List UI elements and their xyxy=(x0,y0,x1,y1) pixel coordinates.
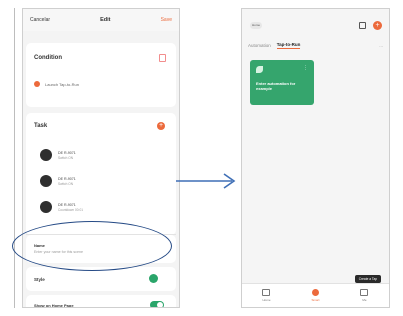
add-task-icon[interactable]: + xyxy=(157,122,165,130)
device-name: DE R-9071 xyxy=(58,176,76,181)
leaf-icon xyxy=(256,66,263,73)
scene-list-screen: Home + Automation Tap-to-Run ... ⋮ Enter… xyxy=(241,8,390,308)
device-icon xyxy=(40,175,52,187)
task-card: Task + DE R-9071 Switch ON DE R-9071 Swi… xyxy=(26,113,176,235)
nav-label: Me xyxy=(362,298,367,302)
scene-name: Enter automation for example xyxy=(256,81,296,91)
toast-message: Create a Tap xyxy=(354,275,381,283)
show-home-label: Show on Home Page xyxy=(34,303,74,308)
tab-automation[interactable]: Automation xyxy=(248,43,271,48)
smart-icon xyxy=(311,289,319,296)
device-name: DE R-9071 xyxy=(58,150,76,155)
save-button[interactable]: Save xyxy=(161,17,172,23)
style-label: Style xyxy=(34,277,45,282)
condition-row[interactable]: Launch Tap-to-Run xyxy=(34,81,79,87)
more-icon[interactable]: ... xyxy=(379,43,383,48)
nav-me[interactable]: Me xyxy=(360,289,369,302)
nav-smart[interactable]: Smart xyxy=(311,289,320,302)
bottom-nav: Home Smart Me xyxy=(242,283,389,307)
device-icon xyxy=(40,149,52,161)
show-home-toggle[interactable] xyxy=(150,301,164,307)
device-action: Countdown 00:01 xyxy=(58,207,83,212)
device-icon xyxy=(40,201,52,213)
divider-line xyxy=(14,8,15,308)
task-row[interactable]: DE R-9071 Countdown 00:01 xyxy=(40,201,83,213)
home-selector[interactable]: Home xyxy=(250,22,262,29)
condition-heading: Condition xyxy=(34,55,62,61)
task-row[interactable]: DE R-9071 Switch ON xyxy=(40,149,76,161)
profile-icon xyxy=(360,289,369,296)
scene-more-icon[interactable]: ⋮ xyxy=(303,65,308,71)
highlight-ellipse xyxy=(12,221,172,271)
delete-icon[interactable] xyxy=(159,54,166,62)
tab-tap-to-run[interactable]: Tap-to-Run xyxy=(276,42,301,49)
task-heading: Task xyxy=(34,123,48,129)
scan-icon[interactable] xyxy=(359,22,366,29)
condition-card: Condition Launch Tap-to-Run xyxy=(26,43,176,107)
style-color-icon[interactable] xyxy=(149,274,158,283)
scene-card[interactable]: ⋮ Enter automation for example xyxy=(250,60,314,105)
device-action: Switch ON xyxy=(58,155,74,160)
tap-icon xyxy=(34,81,40,87)
condition-item-label: Launch Tap-to-Run xyxy=(45,81,79,87)
nav-label: Home xyxy=(262,298,271,302)
edit-nav-bar: Cancelar Edit Save xyxy=(23,9,179,31)
task-row[interactable]: DE R-9071 Switch ON xyxy=(40,175,76,187)
arrow-right-icon xyxy=(176,173,236,189)
top-bar: Home + xyxy=(242,19,389,35)
device-name: DE R-9071 xyxy=(58,202,76,207)
cancel-button[interactable]: Cancelar xyxy=(30,17,50,23)
show-home-row: Show on Home Page xyxy=(26,295,176,308)
add-icon[interactable]: + xyxy=(373,21,382,30)
home-icon xyxy=(262,289,271,296)
edit-title: Edit xyxy=(100,17,111,23)
scene-tabs: Automation Tap-to-Run ... xyxy=(248,42,383,49)
nav-home[interactable]: Home xyxy=(262,289,271,302)
nav-label: Smart xyxy=(311,298,320,302)
device-action: Switch ON xyxy=(58,181,74,186)
